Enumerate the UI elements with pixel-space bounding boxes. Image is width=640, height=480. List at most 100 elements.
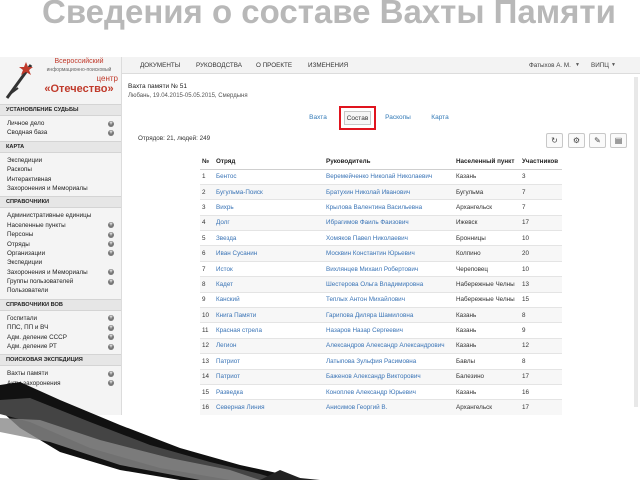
add-icon[interactable]: + <box>108 241 114 248</box>
table-row[interactable]: 1 Бентос Веремейченко Николай Николаевич Ка… <box>200 168 562 185</box>
cell-leader[interactable]: Коноплев Александр Юрьевич <box>324 383 454 400</box>
tab-map[interactable]: Карта <box>422 106 458 130</box>
add-icon[interactable]: + <box>108 324 114 331</box>
table-row[interactable]: 5 Звезда Хомяков Павел Николаевич Бронницы 1… <box>200 230 562 246</box>
print-button[interactable]: ▤ <box>610 133 627 148</box>
column-header-participants[interactable]: Участников <box>520 155 562 170</box>
cell-squad[interactable]: Бугульма-Поиск <box>214 183 324 200</box>
table-row[interactable]: 14 Патриот Баженов Александр Викторович Бал… <box>200 368 562 385</box>
cell-leader[interactable]: Баженов Александр Викторович <box>324 368 454 385</box>
add-icon[interactable]: + <box>108 120 114 127</box>
sidebar-item[interactable]: Захоронения и Мемориалы <box>0 184 121 193</box>
cell-squad[interactable]: Бентос <box>214 168 324 185</box>
scrollbar[interactable] <box>634 77 638 407</box>
add-icon[interactable]: + <box>108 380 114 387</box>
sidebar-item[interactable]: Интерактивная <box>0 175 121 184</box>
cell-leader[interactable]: Веремейченко Николай Николаевич <box>324 168 454 185</box>
column-header-locality[interactable]: Населенный пункт <box>454 155 520 170</box>
caret-down-icon[interactable]: ▼ <box>575 57 580 74</box>
edit-button[interactable]: ✎ <box>589 133 606 148</box>
cell-leader[interactable]: Анисимов Георгий В. <box>324 399 454 415</box>
table-row[interactable]: 8 Кадет Шестерова Ольга Владимировна Набере… <box>200 276 562 293</box>
table-row[interactable]: 16 Северная Линия Анисимов Георгий В. Архан… <box>200 399 562 415</box>
cell-squad[interactable]: Книга Памяти <box>214 307 324 323</box>
sidebar-item[interactable]: Сводная база + <box>0 128 121 137</box>
table-row[interactable]: 10 Книга Памяти Гарипова Диляра Шамиловна К… <box>200 307 562 323</box>
sidebar-item[interactable]: Экспедиции <box>0 156 121 165</box>
cell-leader[interactable]: Хомяков Павел Николаевич <box>324 230 454 246</box>
nav-changes[interactable]: ИЗМЕНЕНИЯ <box>308 57 348 74</box>
nav-documents[interactable]: ДОКУМЕНТЫ <box>140 57 180 74</box>
table-row[interactable]: 3 Вихрь Крылова Валентина Васильевна Арханг… <box>200 199 562 216</box>
cell-squad[interactable]: Красная стрела <box>214 322 324 339</box>
sidebar-item[interactable]: Административные единицы <box>0 211 121 220</box>
sidebar-item[interactable]: Адм. деление СССР + <box>0 333 121 342</box>
cell-leader[interactable]: Крылова Валентина Васильевна <box>324 199 454 216</box>
table-row[interactable]: 12 Легион Александров Александр Александро… <box>200 337 562 354</box>
sidebar-item[interactable]: Личное дело + <box>0 119 121 128</box>
caret-down-icon[interactable]: ▼ <box>611 57 616 74</box>
sidebar-item[interactable]: Госпитали + <box>0 314 121 323</box>
cell-leader[interactable]: Братухин Николай Иванович <box>324 183 454 200</box>
sidebar-item[interactable]: Отряды + <box>0 240 121 249</box>
sidebar-item[interactable]: Населенные пункты + <box>0 221 121 230</box>
sidebar-item[interactable]: Организации + <box>0 249 121 258</box>
add-icon[interactable]: + <box>108 334 114 341</box>
table-row[interactable]: 15 Разведка Коноплев Александр Юрьевич Каза… <box>200 383 562 400</box>
add-icon[interactable]: + <box>108 269 114 276</box>
add-icon[interactable]: + <box>108 370 114 377</box>
cell-leader[interactable]: Шестерова Ольга Владимировна <box>324 276 454 293</box>
settings-button[interactable]: ⚙ <box>568 133 585 148</box>
column-header-leader[interactable]: Руководитель <box>324 155 454 170</box>
sidebar-item[interactable]: Раскопы <box>0 165 121 174</box>
column-header-squad[interactable]: Отряд <box>214 155 324 170</box>
table-row[interactable]: 13 Патриот Латыпова Зульфия Расимовна Бавлы… <box>200 353 562 370</box>
tab-composition[interactable]: Состав <box>339 106 376 130</box>
table-row[interactable]: 6 Иван Сусанин Москвин Константин Юрьевич К… <box>200 245 562 262</box>
column-header-number[interactable]: № <box>200 155 214 170</box>
cell-leader[interactable]: Теплых Антон Михайлович <box>324 291 454 308</box>
cell-leader[interactable]: Назаров Назар Сергеевич <box>324 322 454 339</box>
add-icon[interactable]: + <box>108 315 114 322</box>
cell-squad[interactable]: Иван Сусанин <box>214 245 324 262</box>
sidebar-item[interactable]: ППС, ПП и ВЧ + <box>0 323 121 332</box>
tab-watch[interactable]: Вахта <box>302 106 334 130</box>
cell-leader[interactable]: Латыпова Зульфия Расимовна <box>324 353 454 370</box>
cell-squad[interactable]: Кадет <box>214 276 324 293</box>
cell-squad[interactable]: Вихрь <box>214 199 324 216</box>
table-row[interactable]: 4 Долг Ибрагимов Фаиль Фаизович Ижевск 17 <box>200 214 562 231</box>
logo[interactable]: Всероссийский информационно-поисковый це… <box>0 57 121 101</box>
add-icon[interactable]: + <box>108 222 114 229</box>
sidebar-item[interactable]: Захоронения и Мемориалы + <box>0 268 121 277</box>
add-icon[interactable]: + <box>108 343 114 350</box>
refresh-button[interactable]: ↻ <box>546 133 563 148</box>
sidebar-item[interactable]: Адм. деление РТ + <box>0 342 121 351</box>
sidebar-item[interactable]: Акты захоронения + <box>0 379 121 388</box>
cell-squad[interactable]: Исток <box>214 260 324 277</box>
cell-squad[interactable]: Патриот <box>214 353 324 370</box>
add-icon[interactable]: + <box>108 250 114 257</box>
sidebar-item[interactable]: Вахты памяти + <box>0 369 121 378</box>
add-icon[interactable]: + <box>108 231 114 238</box>
sidebar-item[interactable]: Экспедиции <box>0 258 121 267</box>
cell-leader[interactable]: Москвин Константин Юрьевич <box>324 245 454 262</box>
cell-squad[interactable]: Звезда <box>214 230 324 246</box>
user-menu[interactable]: Фатыхов А. М. <box>529 57 571 74</box>
cell-leader[interactable]: Александров Александр Александрович <box>324 337 454 354</box>
table-row[interactable]: 2 Бугульма-Поиск Братухин Николай Иванович… <box>200 183 562 200</box>
tab-excavations[interactable]: Раскопы <box>380 106 416 130</box>
cell-squad[interactable]: Патриот <box>214 368 324 385</box>
org-menu[interactable]: ВИПЦ <box>591 57 609 74</box>
cell-squad[interactable]: Разведка <box>214 383 324 400</box>
nav-about-project[interactable]: О ПРОЕКТЕ <box>256 57 292 74</box>
sidebar-item[interactable]: Пользователи <box>0 286 121 295</box>
table-row[interactable]: 9 Канский Теплых Антон Михайлович Набережны… <box>200 291 562 308</box>
cell-squad[interactable]: Легион <box>214 337 324 354</box>
table-row[interactable]: 11 Красная стрела Назаров Назар Сергеевич К… <box>200 322 562 339</box>
cell-squad[interactable]: Канский <box>214 291 324 308</box>
sidebar-item[interactable]: Персоны + <box>0 230 121 239</box>
add-icon[interactable]: + <box>108 278 114 285</box>
cell-leader[interactable]: Ибрагимов Фаиль Фаизович <box>324 214 454 231</box>
cell-squad[interactable]: Долг <box>214 214 324 231</box>
cell-leader[interactable]: Гарипова Диляра Шамиловна <box>324 307 454 323</box>
